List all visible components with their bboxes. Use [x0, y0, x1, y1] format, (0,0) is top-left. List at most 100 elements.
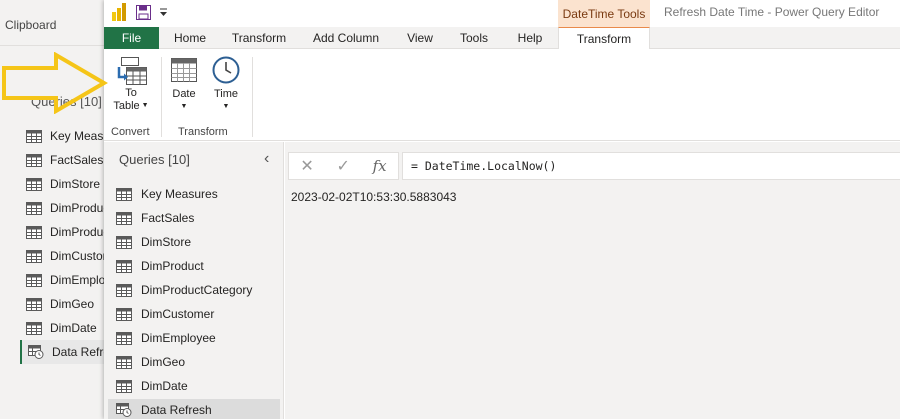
- query-item-label: DimStore: [141, 235, 192, 249]
- background-query-label: DimEmployee: [50, 273, 110, 287]
- background-query-item[interactable]: FactSales: [20, 148, 110, 172]
- table-icon: [116, 259, 132, 273]
- tab-help[interactable]: Help: [508, 27, 552, 49]
- table-icon: [26, 225, 42, 239]
- to-table-label-line1: To: [125, 87, 137, 99]
- query-item-label: DimCustomer: [141, 307, 215, 321]
- to-table-button[interactable]: To Table ▼: [111, 55, 151, 112]
- fx-icon[interactable]: fx: [373, 157, 387, 175]
- table-clock-icon: [28, 345, 44, 359]
- table-clock-icon: [116, 403, 132, 417]
- ribbon-group-transform: Transform: [178, 126, 228, 138]
- ribbon-separator: [161, 57, 162, 137]
- background-query-item[interactable]: DimCustomer: [20, 244, 110, 268]
- tab-file[interactable]: File: [104, 27, 159, 49]
- background-query-label: DimCustomer: [50, 249, 110, 263]
- table-icon: [26, 297, 42, 311]
- clipboard-group-label: Clipboard: [5, 18, 57, 32]
- background-query-label: DimProductCategory: [50, 225, 110, 239]
- background-query-item[interactable]: DimProductCategory: [20, 220, 110, 244]
- time-label: Time: [213, 88, 239, 100]
- tab-home[interactable]: Home: [164, 27, 216, 49]
- table-icon: [116, 187, 132, 201]
- table-icon: [116, 355, 132, 369]
- query-item[interactable]: Key Measures: [108, 183, 280, 205]
- formula-text: = DateTime.LocalNow(): [411, 159, 557, 173]
- background-query-item-active[interactable]: Data Refresh: [20, 340, 110, 364]
- table-icon: [26, 153, 42, 167]
- query-item-label: DimProduct: [141, 259, 204, 273]
- power-query-editor-window: DateTime Tools Refresh Date Time - Power…: [104, 0, 900, 419]
- table-icon: [116, 331, 132, 345]
- confirm-icon[interactable]: ✓: [336, 156, 349, 176]
- time-button[interactable]: Time ▼: [208, 55, 244, 113]
- highlight-arrow-icon: [0, 52, 110, 114]
- background-query-label: Key Measures: [50, 129, 110, 143]
- tab-view[interactable]: View: [400, 27, 440, 49]
- tab-add-column[interactable]: Add Column: [304, 27, 388, 49]
- ribbon-group-convert: Convert: [111, 126, 150, 138]
- formula-input[interactable]: = DateTime.LocalNow(): [402, 152, 900, 180]
- query-item-label: DimEmployee: [141, 331, 216, 345]
- to-table-icon: [115, 55, 147, 87]
- tab-tools[interactable]: Tools: [452, 27, 496, 49]
- cancel-icon[interactable]: ✕: [300, 156, 313, 176]
- background-query-item[interactable]: Key Measures: [20, 124, 110, 148]
- formula-area: ✕ ✓ fx = DateTime.LocalNow() 2023-02-02T…: [285, 142, 900, 419]
- contextual-tab-group-header: DateTime Tools: [558, 0, 650, 27]
- background-query-label: DimProduct: [50, 201, 110, 215]
- power-bi-icon: [112, 3, 128, 21]
- query-item[interactable]: DimStore: [108, 231, 280, 253]
- chevron-down-icon: ▼: [180, 103, 188, 110]
- background-query-item[interactable]: DimGeo: [20, 292, 110, 316]
- background-ribbon: Clipboard: [0, 0, 104, 46]
- table-icon: [26, 321, 42, 335]
- table-icon: [116, 211, 132, 225]
- query-item-label: FactSales: [141, 211, 195, 225]
- date-button[interactable]: Date ▼: [166, 55, 202, 113]
- query-item[interactable]: FactSales: [108, 207, 280, 229]
- dropdown-icon[interactable]: [159, 6, 168, 18]
- background-query-item[interactable]: DimDate: [20, 316, 110, 340]
- background-query-label: DimStore: [50, 177, 101, 191]
- window-title: Refresh Date Time - Power Query Editor: [664, 5, 880, 19]
- background-query-label: FactSales: [50, 153, 104, 167]
- clock-icon: [211, 55, 241, 85]
- background-query-item[interactable]: DimEmployee: [20, 268, 110, 292]
- table-icon: [26, 273, 42, 287]
- tab-transform[interactable]: Transform: [224, 27, 294, 49]
- query-item-label: Data Refresh: [141, 403, 212, 417]
- query-item[interactable]: DimDate: [108, 375, 280, 397]
- query-item[interactable]: DimGeo: [108, 351, 280, 373]
- query-item-label: DimGeo: [141, 355, 186, 369]
- tab-datetime-transform[interactable]: Transform: [558, 27, 650, 50]
- query-item[interactable]: DimEmployee: [108, 327, 280, 349]
- background-query-item[interactable]: DimStore: [20, 172, 110, 196]
- to-table-label-line2: Table: [113, 99, 140, 112]
- calendar-icon: [169, 55, 199, 85]
- chevron-down-icon: ▼: [222, 103, 230, 110]
- query-item[interactable]: DimCustomer: [108, 303, 280, 325]
- query-item-active[interactable]: Data Refresh: [108, 399, 280, 419]
- formula-bar-buttons: ✕ ✓ fx: [288, 152, 399, 180]
- save-icon[interactable]: [136, 4, 151, 20]
- table-icon: [116, 235, 132, 249]
- quick-access-toolbar: [112, 3, 168, 21]
- table-icon: [116, 307, 132, 321]
- table-icon: [26, 129, 42, 143]
- collapse-pane-button[interactable]: ‹: [264, 150, 269, 168]
- table-icon: [26, 201, 42, 215]
- date-label: Date: [172, 88, 196, 100]
- table-icon: [116, 283, 132, 297]
- query-item[interactable]: DimProductCategory: [108, 279, 280, 301]
- query-item[interactable]: DimProduct: [108, 255, 280, 277]
- ribbon: To Table ▼ Convert Date ▼ Time ▼ Transfo…: [104, 49, 900, 141]
- queries-pane-title: Queries [10]: [119, 152, 190, 167]
- title-bar: DateTime Tools Refresh Date Time - Power…: [104, 0, 900, 27]
- table-icon: [26, 249, 42, 263]
- background-query-item[interactable]: DimProduct: [20, 196, 110, 220]
- ribbon-tab-row: File Home Transform Add Column View Tool…: [104, 27, 900, 50]
- result-value: 2023-02-02T10:53:30.5883043: [291, 190, 457, 204]
- query-item-label: Key Measures: [141, 187, 218, 201]
- background-query-label: Data Refresh: [52, 345, 110, 359]
